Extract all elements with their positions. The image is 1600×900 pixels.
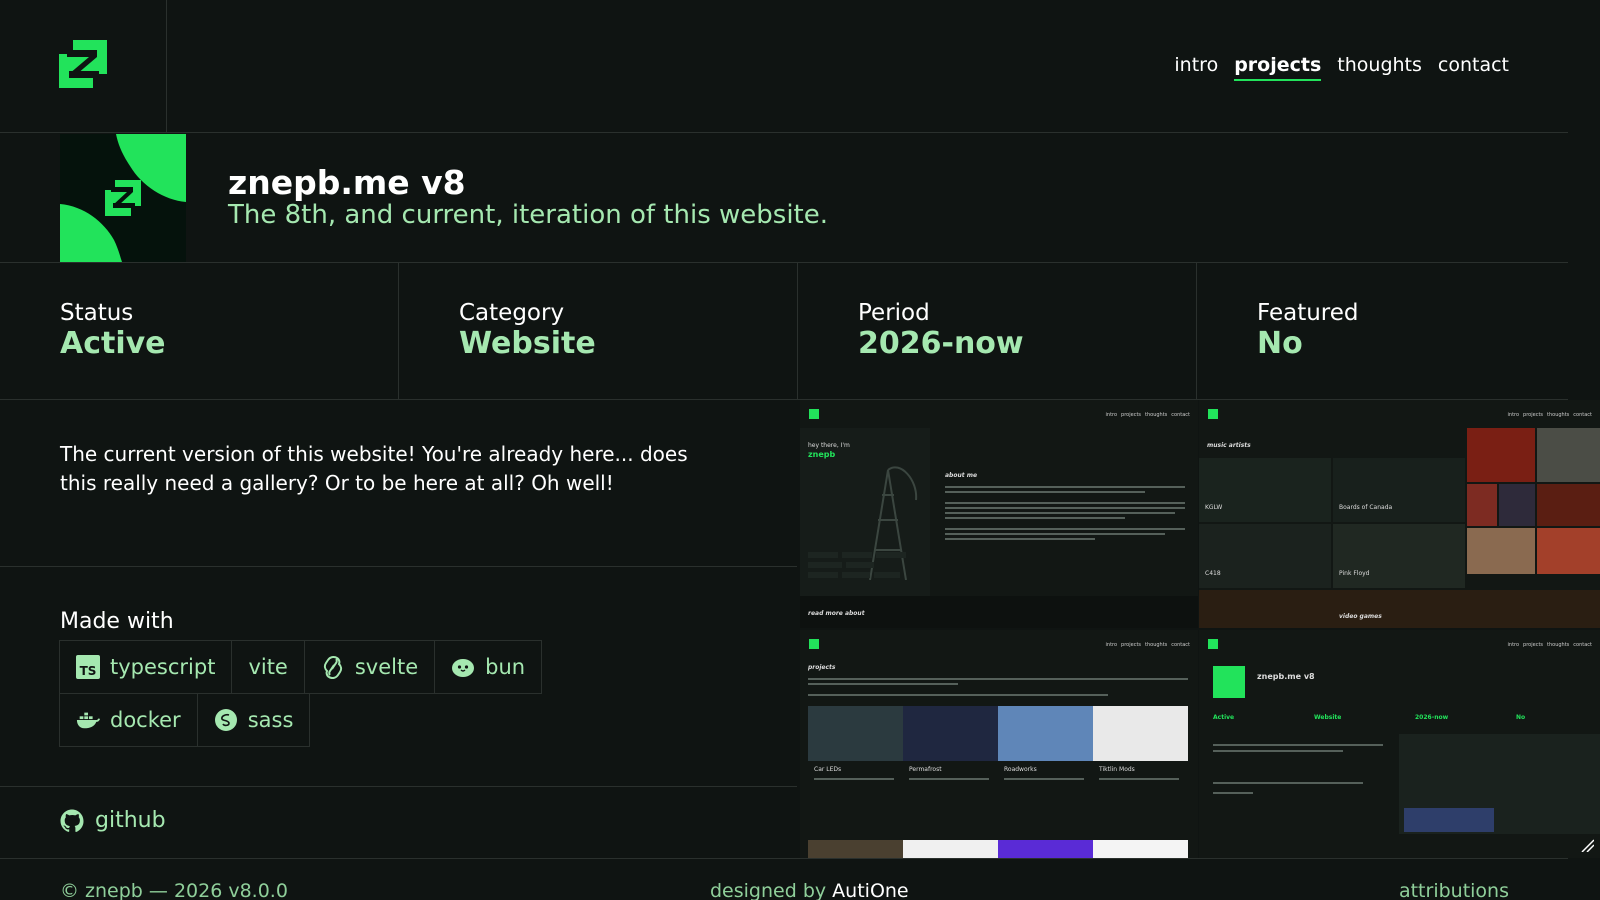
desc-divider — [0, 566, 797, 567]
mini-project-1: Car LEDs — [814, 766, 842, 773]
tag-vite[interactable]: vite — [231, 640, 305, 694]
mini-logo-icon — [809, 639, 819, 649]
project-title: znepb.me v8 — [228, 163, 466, 202]
mini-logo-icon — [809, 409, 819, 419]
mini-artist-3: C418 — [1205, 570, 1221, 577]
resize-handle-icon[interactable] — [1580, 838, 1594, 852]
mini-artist-2: Boards of Canada — [1339, 504, 1393, 511]
footer-designed: designed by AutiOne — [710, 880, 909, 900]
mini-nav: intro projects thoughts contact — [1507, 642, 1592, 648]
gallery-image-intro[interactable]: intro projects thoughts contact hey there, … — [800, 400, 1198, 628]
mini-nav: intro projects thoughts contact — [1105, 412, 1190, 418]
mini-nav: intro projects thoughts contact — [1507, 412, 1592, 418]
mini-category: Website — [1314, 714, 1342, 721]
typescript-icon: TS — [76, 655, 100, 679]
mini-logo-icon — [1208, 409, 1218, 419]
stat-featured-value: No — [1257, 326, 1303, 361]
svelte-icon — [321, 655, 345, 679]
stat-divider-2 — [797, 262, 798, 399]
project-description: The current version of this website! You… — [60, 442, 688, 495]
footer-designer-link[interactable]: AutiOne — [832, 880, 908, 900]
stat-status-value: Active — [60, 326, 166, 361]
stat-divider-1 — [398, 262, 399, 399]
footer-divider — [0, 858, 1568, 859]
project-subtitle: The 8th, and current, iteration of this … — [228, 200, 828, 230]
mini-music-heading: music artists — [1207, 442, 1251, 449]
tag-label: svelte — [354, 655, 419, 679]
mini-games-heading: video games — [1339, 613, 1382, 620]
stat-featured-label: Featured — [1257, 300, 1359, 326]
mini-featured: No — [1516, 714, 1526, 721]
mini-about-heading: about me — [945, 472, 978, 479]
mini-page-title: znepb.me v8 — [1257, 672, 1315, 681]
tech-tags: TS typescript vite svelte bun docker sas… — [59, 640, 659, 747]
tag-svelte[interactable]: svelte — [303, 640, 436, 694]
stat-divider-3 — [1196, 262, 1197, 399]
gallery-image-music[interactable]: intro projects thoughts contact music artis… — [1199, 400, 1600, 628]
gallery-image-this-page[interactable]: intro projects thoughts contact znepb.me v8… — [1199, 630, 1600, 858]
tag-label: typescript — [110, 655, 216, 679]
tag-label: bun — [485, 655, 526, 679]
mini-project-2: Permafrost — [909, 766, 942, 773]
stat-category-value: Website — [459, 326, 596, 361]
footer-designed-prefix: designed by — [710, 880, 833, 900]
stat-category-label: Category — [459, 300, 565, 326]
made-with-heading: Made with — [60, 609, 174, 634]
mini-project-3: Roadworks — [1004, 766, 1037, 773]
sass-icon — [214, 708, 238, 732]
tag-docker[interactable]: docker — [59, 693, 198, 747]
mini-artist-4: Pink Floyd — [1339, 570, 1370, 577]
stat-category: Category Website — [459, 300, 596, 361]
stat-period-label: Period — [858, 300, 930, 326]
header-divider-vertical — [166, 0, 167, 132]
header-divider — [0, 132, 1568, 133]
stat-status: Status Active — [60, 300, 166, 361]
bun-icon — [451, 655, 475, 679]
tag-typescript[interactable]: TS typescript — [59, 640, 233, 694]
github-icon — [60, 809, 84, 832]
mini-projects-heading: projects — [808, 664, 836, 671]
github-label: github — [95, 808, 166, 833]
nav-contact[interactable]: contact — [1438, 54, 1509, 81]
footer-attributions-link[interactable]: attributions — [1399, 880, 1509, 900]
mini-period: 2026-now — [1415, 714, 1449, 721]
nav-intro[interactable]: intro — [1174, 54, 1218, 81]
project-z-icon — [60, 134, 186, 262]
mini-project-4: Tiktlin Mods — [1099, 766, 1135, 773]
mini-read-more: read more about — [808, 610, 865, 617]
docker-icon — [76, 708, 100, 732]
tag-bun[interactable]: bun — [434, 640, 543, 694]
site-logo[interactable] — [59, 40, 107, 88]
mini-status: Active — [1213, 714, 1235, 721]
mini-greeting: hey there, I'm — [808, 442, 850, 449]
gallery-image-projects[interactable]: intro projects thoughts contact projects Ca… — [800, 630, 1198, 858]
github-link[interactable]: github — [60, 808, 166, 833]
footer-copyright: © znepb — 2026 v8.0.0 — [60, 880, 288, 900]
stat-period-value: 2026-now — [858, 326, 1024, 361]
project-icon — [60, 134, 186, 262]
hero-divider — [0, 262, 1568, 263]
z-logo-icon — [59, 40, 107, 88]
mini-logo-icon — [1208, 639, 1218, 649]
nav-projects[interactable]: projects — [1234, 54, 1322, 81]
mini-name: znepb — [808, 450, 836, 459]
nav-thoughts[interactable]: thoughts — [1337, 54, 1422, 81]
svg-text:TS: TS — [80, 664, 97, 678]
tag-label: sass — [247, 708, 294, 732]
main-nav: intro projects thoughts contact — [1174, 54, 1509, 81]
stat-featured: Featured No — [1257, 300, 1359, 361]
mini-nav: intro projects thoughts contact — [1105, 642, 1190, 648]
tag-label: docker — [110, 708, 181, 732]
stat-status-label: Status — [60, 300, 134, 326]
tag-label: vite — [248, 655, 288, 679]
stat-period: Period 2026-now — [858, 300, 1024, 361]
tag-sass[interactable]: sass — [196, 693, 311, 747]
madewith-divider — [0, 786, 797, 787]
mini-artist-1: KGLW — [1205, 504, 1223, 511]
